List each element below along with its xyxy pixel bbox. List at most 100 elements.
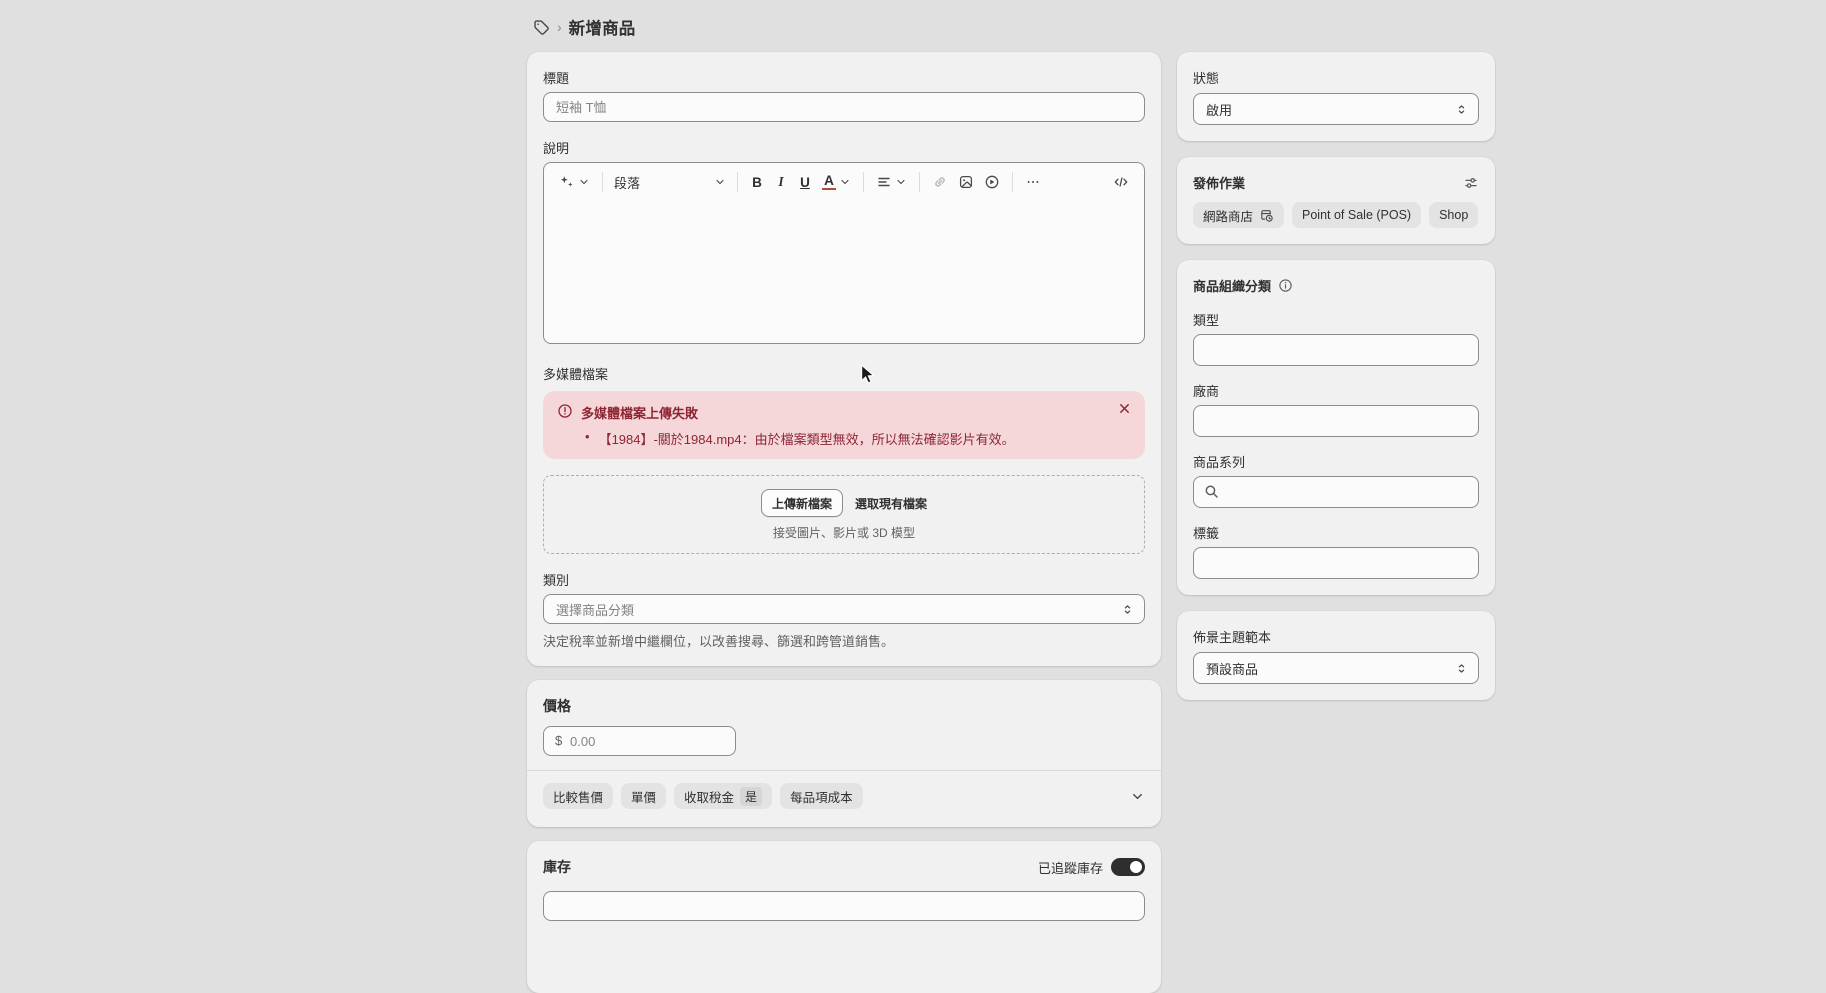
- charge-tax-label: 收取稅金: [684, 787, 734, 806]
- title-label: 標題: [543, 68, 1145, 87]
- publishing-heading: 發佈作業: [1193, 173, 1245, 192]
- category-select[interactable]: 選擇商品分類: [543, 594, 1145, 624]
- dismiss-error-button[interactable]: [1118, 402, 1131, 415]
- inventory-card: 庫存 已追蹤庫存: [527, 841, 1161, 993]
- publishing-card: 發佈作業 網路商店: [1177, 157, 1495, 244]
- channel-shop-chip[interactable]: Shop: [1429, 202, 1478, 228]
- text-color-button[interactable]: A: [817, 170, 856, 194]
- link-icon: [932, 174, 948, 190]
- type-label: 類型: [1193, 310, 1479, 329]
- divider: [527, 770, 1161, 771]
- underline-button[interactable]: U: [793, 171, 817, 194]
- chevron-down-icon: [1130, 789, 1145, 804]
- ai-magic-button[interactable]: [554, 170, 595, 194]
- products-tag-icon[interactable]: [533, 19, 550, 36]
- error-detail-text: 【1984】-關於1984.mp4：由於檔案類型無效，所以無法確認影片有效。: [599, 429, 1015, 448]
- error-detail-row: • 【1984】-關於1984.mp4：由於檔案類型無效，所以無法確認影片有效。: [557, 429, 1131, 448]
- collections-label: 商品系列: [1193, 452, 1479, 471]
- media-upload-error-banner: 多媒體檔案上傳失敗 • 【1984】-關於1984.mp4：由於檔案類型無效，所…: [543, 391, 1145, 459]
- show-html-button[interactable]: [1108, 170, 1134, 194]
- chevron-down-icon: [839, 176, 851, 188]
- insert-link-button[interactable]: [927, 170, 953, 194]
- organization-heading: 商品組織分類: [1193, 276, 1271, 295]
- page-title: 新增商品: [569, 15, 636, 39]
- calendar-clock-icon: [1259, 208, 1274, 223]
- image-icon: [958, 174, 974, 190]
- bold-button[interactable]: B: [745, 171, 769, 194]
- charge-tax-value: 是: [740, 787, 762, 806]
- price-input[interactable]: [543, 726, 736, 756]
- theme-template-value: 預設商品: [1206, 659, 1258, 678]
- charge-tax-chip[interactable]: 收取稅金 是: [674, 783, 772, 809]
- breadcrumb: › 新增商品: [527, 10, 1495, 44]
- track-inventory-label: 已追蹤庫存: [1038, 858, 1103, 877]
- organization-info-button[interactable]: [1278, 278, 1293, 293]
- search-icon: [1203, 483, 1220, 500]
- theme-template-card: 佈景主題範本 預設商品: [1177, 611, 1495, 700]
- theme-template-label: 佈景主題範本: [1193, 627, 1479, 646]
- status-select[interactable]: 啟用: [1193, 93, 1479, 125]
- currency-prefix: $: [555, 733, 562, 748]
- channel-label: 網路商店: [1203, 206, 1253, 225]
- vendor-label: 廠商: [1193, 381, 1479, 400]
- insert-image-button[interactable]: [953, 170, 979, 194]
- description-textarea[interactable]: [544, 201, 1144, 343]
- category-helper-text: 決定稅率並新增中繼欄位，以改善搜尋、篩選和跨管道銷售。: [543, 631, 1145, 650]
- vendor-input[interactable]: [1193, 405, 1479, 437]
- compare-at-price-chip[interactable]: 比較售價: [543, 783, 613, 809]
- breadcrumb-separator: ›: [557, 19, 562, 35]
- paragraph-style-label: 段落: [614, 173, 640, 192]
- adjust-sliders-icon: [1463, 175, 1479, 191]
- cost-per-item-chip[interactable]: 每品項成本: [780, 783, 863, 809]
- channel-pos-chip[interactable]: Point of Sale (POS): [1292, 202, 1421, 228]
- insert-video-button[interactable]: [979, 170, 1005, 194]
- more-options-button[interactable]: [1020, 170, 1046, 194]
- organization-card: 商品組織分類 類型 廠商 商品系列: [1177, 260, 1495, 595]
- status-value: 啟用: [1206, 100, 1232, 119]
- italic-button[interactable]: I: [769, 170, 793, 194]
- code-icon: [1113, 174, 1129, 190]
- select-existing-file-button[interactable]: 選取現有檔案: [855, 495, 927, 512]
- inventory-quantity-input[interactable]: [543, 891, 1145, 921]
- collections-search-input[interactable]: [1193, 476, 1479, 508]
- close-icon: [1118, 402, 1131, 415]
- paragraph-style-dropdown[interactable]: 段落: [610, 169, 730, 196]
- status-card: 狀態 啟用: [1177, 52, 1495, 141]
- product-details-card: 標題 說明 段落: [527, 52, 1161, 666]
- pricing-heading: 價格: [543, 696, 1145, 716]
- pricing-collapse-button[interactable]: [1130, 789, 1145, 804]
- upload-new-file-button[interactable]: 上傳新檔案: [761, 489, 843, 517]
- chevron-down-icon: [578, 176, 590, 188]
- error-title: 多媒體檔案上傳失敗: [581, 402, 1110, 422]
- channel-online-store-chip[interactable]: 網路商店: [1193, 202, 1284, 228]
- align-left-icon: [876, 174, 892, 190]
- theme-template-select[interactable]: 預設商品: [1193, 652, 1479, 684]
- track-inventory-toggle[interactable]: [1111, 858, 1145, 876]
- ellipsis-icon: [1025, 174, 1041, 190]
- status-label: 狀態: [1193, 68, 1479, 87]
- tags-input[interactable]: [1193, 547, 1479, 579]
- description-label: 說明: [543, 138, 1145, 157]
- chevron-down-icon: [895, 176, 907, 188]
- media-dropzone[interactable]: 上傳新檔案 選取現有檔案 接受圖片、影片或 3D 模型: [543, 475, 1145, 554]
- caret-updown-icon: [1455, 103, 1468, 116]
- inventory-heading: 庫存: [543, 857, 571, 877]
- unit-price-chip[interactable]: 單價: [621, 783, 666, 809]
- chevron-down-icon: [714, 176, 726, 188]
- pricing-card: 價格 $ 比較售價 單價 收取稅金 是 每品項成本: [527, 680, 1161, 827]
- category-placeholder: 選擇商品分類: [556, 600, 634, 619]
- bullet: •: [585, 429, 590, 448]
- caret-updown-icon: [1121, 603, 1134, 616]
- title-input[interactable]: [543, 92, 1145, 122]
- tags-label: 標籤: [1193, 523, 1479, 542]
- category-label: 類別: [543, 570, 1145, 589]
- text-align-button[interactable]: [871, 170, 912, 194]
- type-input[interactable]: [1193, 334, 1479, 366]
- rich-text-editor: 段落 B I U A: [543, 162, 1145, 344]
- editor-toolbar: 段落 B I U A: [544, 163, 1144, 201]
- caret-updown-icon: [1455, 662, 1468, 675]
- info-icon: [1278, 278, 1293, 293]
- media-label: 多媒體檔案: [543, 364, 1145, 383]
- manage-publishing-button[interactable]: [1463, 175, 1479, 191]
- video-play-icon: [984, 174, 1000, 190]
